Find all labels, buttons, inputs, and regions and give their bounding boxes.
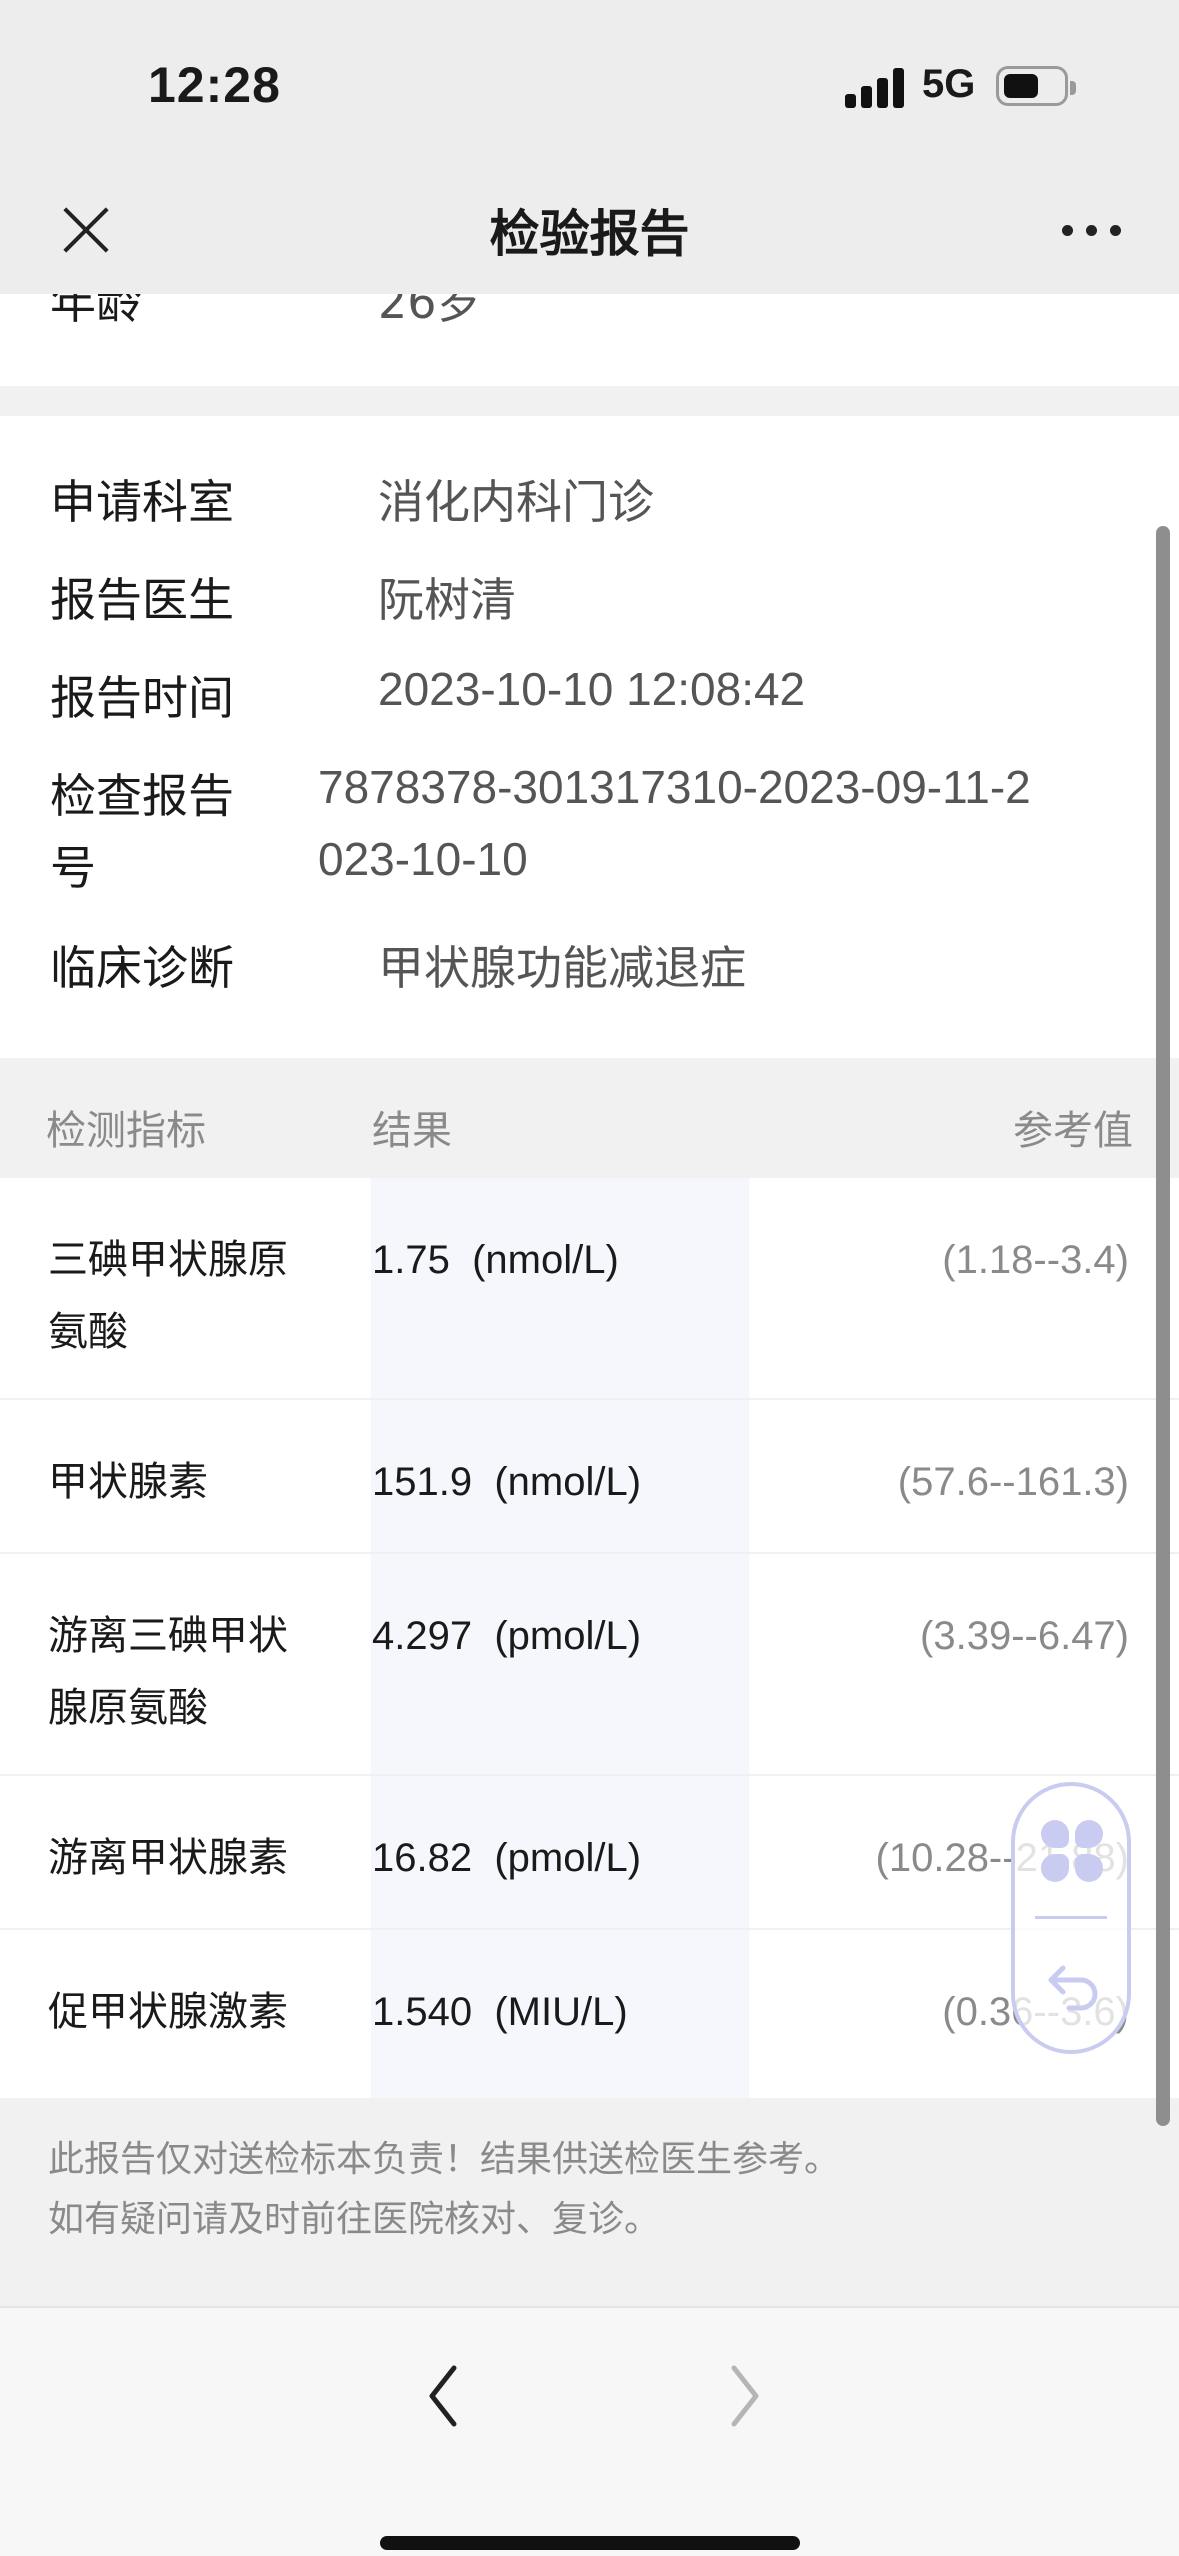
bottom-toolbar [0, 2306, 1179, 2556]
table-row: 三碘甲状腺原 氨酸 1.75 (nmol/L) (1.18--3.4) [0, 1178, 1179, 1400]
row-result: 4.297 (pmol/L) [372, 1614, 642, 1658]
row-item-name: 游离甲状腺素 [48, 1835, 288, 1881]
table-row: 甲状腺素 151.9 (nmol/L) (57.6--161.3) [0, 1400, 1179, 1554]
results-table-header: 检测指标 结果 参考值 [0, 1058, 1179, 1178]
page-title: 检验报告 [489, 205, 690, 263]
row-result: 1.75 (nmol/L) [372, 1238, 619, 1282]
home-indicator[interactable] [380, 2536, 800, 2550]
header-reference: 参考值 [1013, 1108, 1133, 1154]
doctor-label: 报告医生 [50, 573, 234, 627]
report-no-value: 7878378-301317310-2023-09-11-2 [318, 761, 1031, 813]
table-row: 游离三碘甲状 腺原氨酸 4.297 (pmol/L) (3.39--6.47) [0, 1554, 1179, 1776]
time-value: 2023-10-10 12:08:42 [378, 663, 806, 715]
header-item: 检测指标 [46, 1108, 206, 1154]
floating-menu-icon[interactable] [1041, 1820, 1105, 1884]
undo-icon[interactable] [1045, 1954, 1105, 2014]
scrollbar[interactable] [1156, 526, 1170, 2126]
row-item-name: 三碘甲状腺原 氨酸 [48, 1237, 288, 1355]
nav-bar: 检验报告 [0, 170, 1179, 294]
dept-label: 申请科室 [50, 475, 234, 529]
chevron-right-icon[interactable] [714, 2356, 774, 2436]
report-content[interactable]: 年龄 26岁 申请科室 消化内科门诊 报告医生 阮树清 报告时间 2023-10… [0, 294, 1179, 2306]
dept-value: 消化内科门诊 [378, 475, 654, 529]
row-result: 151.9 (nmol/L) [372, 1460, 642, 1504]
report-info-card: 申请科室 消化内科门诊 报告医生 阮树清 报告时间 2023-10-10 12:… [0, 416, 1179, 1058]
network-type: 5G [922, 62, 976, 106]
row-reference: (3.39--6.47) [920, 1614, 1129, 1658]
age-value: 26岁 [378, 294, 483, 329]
chevron-left-icon[interactable] [414, 2356, 474, 2436]
more-icon[interactable] [1062, 220, 1122, 240]
row-result: 16.82 (pmol/L) [372, 1836, 642, 1880]
row-reference: (1.18--3.4) [942, 1238, 1129, 1282]
battery-icon [996, 66, 1076, 106]
results-table: 三碘甲状腺原 氨酸 1.75 (nmol/L) (1.18--3.4) 甲状腺素 … [0, 1178, 1179, 2098]
row-result: 1.540 (MIU/L) [372, 1990, 628, 2034]
patient-card: 年龄 26岁 [0, 294, 1179, 386]
row-item-name: 甲状腺素 [48, 1459, 208, 1505]
diagnosis-value: 甲状腺功能减退症 [378, 941, 746, 995]
status-time: 12:28 [148, 57, 281, 113]
signal-icon [845, 66, 907, 108]
row-item-name: 游离三碘甲状 腺原氨酸 [48, 1613, 288, 1731]
row-reference: (57.6--161.3) [897, 1460, 1129, 1504]
disclaimer: 此报告仅对送检标本负责！结果供送检医生参考。 如有疑问请及时前往医院核对、复诊。 [48, 2139, 841, 2240]
floating-toolbar [1011, 1782, 1131, 2054]
age-label: 年龄 [50, 294, 142, 329]
row-item-name: 促甲状腺激素 [48, 1989, 288, 2035]
status-bar: 12:28 5G [0, 0, 1179, 170]
report-no-value-2: 023-10-10 [318, 833, 528, 885]
doctor-value: 阮树清 [378, 573, 516, 627]
report-no-label: 检查报告 [50, 769, 234, 823]
header-result: 结果 [372, 1108, 452, 1154]
report-no-label-2: 号 [50, 841, 96, 895]
floating-divider [1035, 1916, 1107, 1919]
diagnosis-label: 临床诊断 [50, 941, 234, 995]
time-label: 报告时间 [50, 671, 234, 725]
table-row: 游离甲状腺素 16.82 (pmol/L) (10.28--21.88) [0, 1776, 1179, 1930]
table-row: 促甲状腺激素 1.540 (MIU/L) (0.36--3.6) [0, 1930, 1179, 2098]
